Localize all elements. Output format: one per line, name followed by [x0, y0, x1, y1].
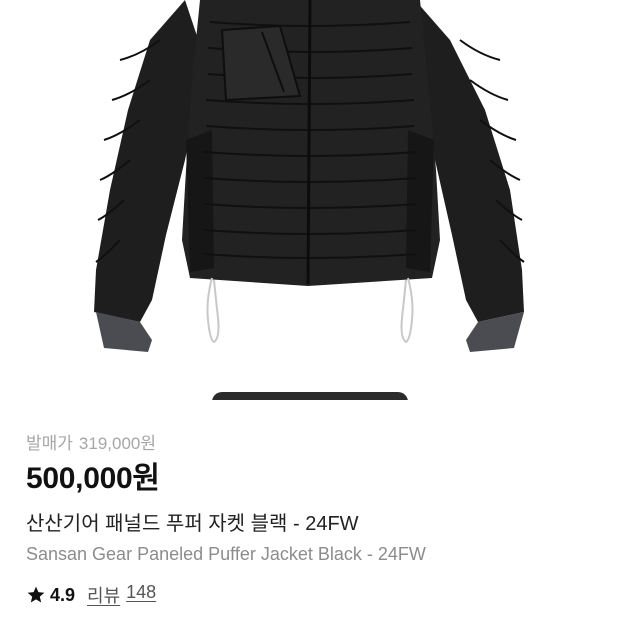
star-icon: [27, 586, 45, 603]
release-price-value: 319,000원: [78, 433, 157, 453]
release-price-row: 발매가 319,000원: [26, 428, 600, 454]
product-info: 발매가 319,000원 500,000원 산산기어 패널드 푸퍼 자켓 블랙 …: [26, 428, 600, 608]
review-label: 리뷰: [87, 586, 121, 606]
release-price-label: 발매가: [26, 433, 73, 453]
current-price: 500,000원: [26, 462, 160, 495]
review-count: 148: [126, 582, 157, 602]
product-image[interactable]: [0, 0, 620, 380]
review-link[interactable]: 리뷰 148: [87, 582, 156, 608]
product-title-english: Sansan Gear Paneled Puffer Jacket Black …: [26, 544, 426, 564]
rating-value: 4.9: [50, 584, 76, 605]
puffer-jacket-illustration: [94, 0, 525, 352]
product-detail-page: 발매가 319,000원 500,000원 산산기어 패널드 푸퍼 자켓 블랙 …: [0, 0, 620, 620]
image-carousel-indicator: [212, 392, 408, 400]
rating-row: 4.9 리뷰 148: [26, 582, 600, 608]
product-title-korean: 산산기어 패널드 푸퍼 자켓 블랙 - 24FW: [26, 513, 359, 535]
